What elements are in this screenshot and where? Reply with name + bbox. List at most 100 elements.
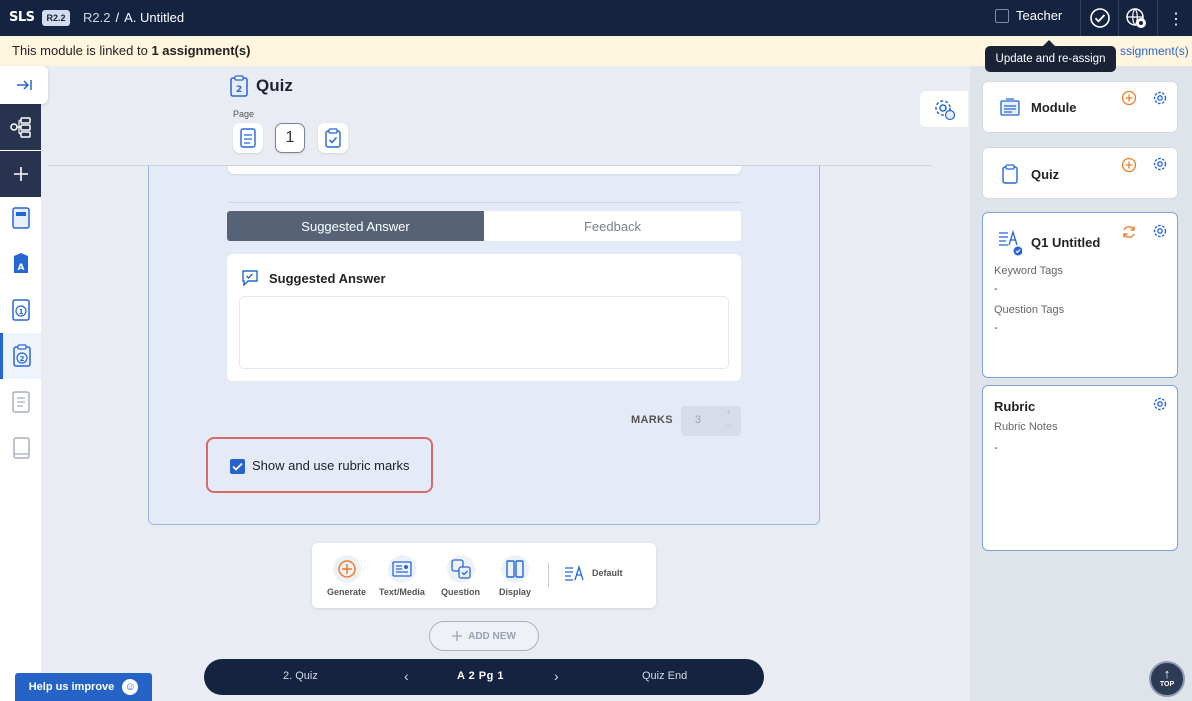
clipboard-check-icon: [325, 128, 341, 148]
rubric-card[interactable]: Rubric Rubric Notes -: [982, 385, 1178, 551]
nav-page-2-quiz[interactable]: 2: [0, 333, 41, 379]
nav-notes[interactable]: [0, 379, 41, 425]
section-a-icon: A: [13, 253, 28, 273]
question-title: Q1 Untitled: [1031, 235, 1101, 250]
default-style-button[interactable]: Default: [564, 565, 623, 581]
gear-icon[interactable]: [1152, 396, 1168, 412]
view-assignments-link[interactable]: ssignment(s): [1120, 44, 1189, 58]
sitemap-button[interactable]: [0, 104, 41, 150]
smiley-icon: ☺: [122, 679, 139, 695]
add-new-button[interactable]: ADD NEW: [429, 621, 539, 651]
page-number-button[interactable]: 1: [275, 123, 305, 153]
question-text-icon: [999, 230, 1022, 256]
module-icon: [1000, 98, 1020, 116]
svg-text:A: A: [17, 263, 24, 273]
notes-icon: [11, 391, 30, 413]
gear-icon[interactable]: [1152, 156, 1168, 172]
question-button[interactable]: Question: [441, 555, 480, 597]
left-rail: A 1 2: [0, 66, 41, 701]
page-label: Page: [233, 109, 255, 119]
default-style-label: Default: [592, 568, 623, 578]
text-style-icon: [565, 565, 584, 581]
quiz-title: Quiz: [1031, 167, 1060, 182]
arrow-up-icon: ↑: [1163, 666, 1171, 681]
chevron-right-icon[interactable]: ›: [554, 668, 559, 684]
page-notes-button[interactable]: [233, 123, 263, 153]
rubric-notes-value: -: [994, 442, 998, 454]
text-media-button[interactable]: Text/Media: [379, 555, 425, 597]
suggested-answer-input[interactable]: [239, 296, 729, 369]
update-reassign-tooltip: Update and re-assign: [985, 40, 1116, 72]
display-label: Display: [499, 587, 532, 597]
display-button[interactable]: Display: [499, 555, 531, 597]
rubric-option-highlight: Show and use rubric marks: [206, 437, 433, 493]
sls-logo[interactable]: SLS: [9, 10, 35, 25]
page-navigation-bar: 2. Quiz ‹ A 2 Pg 1 › Quiz End: [204, 659, 764, 695]
plus-icon: [13, 167, 28, 181]
help-us-improve-button[interactable]: Help us improve ☺: [15, 673, 152, 701]
breadcrumb-title[interactable]: A. Untitled: [124, 10, 184, 25]
previous-page-link[interactable]: 2. Quiz: [283, 670, 318, 682]
question-tags-value: -: [994, 322, 998, 334]
quiz-page-2-icon: 2: [13, 344, 31, 367]
quiz-clipboard-icon: 2: [230, 75, 248, 97]
text-media-label: Text/Media: [379, 587, 425, 597]
page-title: Quiz: [256, 76, 293, 95]
breadcrumb-version[interactable]: R2.2: [83, 10, 110, 25]
chevron-left-icon[interactable]: ‹: [404, 668, 409, 684]
more-menu-icon[interactable]: ⋮: [1168, 9, 1184, 29]
globe-settings-icon[interactable]: [1125, 7, 1147, 29]
nav-module-cover[interactable]: [0, 195, 41, 241]
book-cover-icon: [11, 207, 30, 229]
text-media-icon-wrap: [387, 555, 416, 583]
version-badge: R2.2: [42, 10, 70, 26]
text-media-icon: [392, 561, 412, 577]
rubric-title: Rubric: [994, 399, 1036, 414]
breadcrumb-separator: /: [115, 10, 120, 25]
sitemap-icon: [9, 117, 31, 138]
nav-section-a[interactable]: A: [0, 241, 41, 287]
rubric-marks-checkbox[interactable]: [230, 459, 245, 474]
quiz-header: 2 Quiz: [230, 75, 293, 97]
gear-icon[interactable]: [1152, 90, 1168, 106]
module-card[interactable]: Module: [982, 81, 1178, 133]
add-button[interactable]: [0, 151, 41, 197]
svg-text:2: 2: [20, 355, 25, 363]
stepper-down-icon: –: [726, 421, 731, 430]
next-page-link[interactable]: Quiz End: [642, 670, 687, 682]
marks-label: MARKS: [631, 414, 673, 426]
add-sparkle-icon[interactable]: [1121, 90, 1137, 106]
sparkle-plus-icon: [337, 560, 356, 578]
question-icon-wrap: [446, 555, 475, 583]
tab-feedback[interactable]: Feedback: [484, 211, 741, 241]
back-to-top-button[interactable]: ↑ TOP: [1149, 661, 1185, 697]
question-tags-label: Question Tags: [994, 304, 1065, 316]
page-1-icon: 1: [11, 299, 30, 321]
top-label: TOP: [1159, 681, 1175, 688]
previous-card-bottom: [228, 166, 741, 174]
suggested-answer-card: Suggested Answer: [227, 254, 741, 381]
nav-end[interactable]: [0, 425, 41, 471]
section-divider: [228, 202, 741, 203]
page-settings-button[interactable]: [920, 91, 968, 127]
tab-suggested-answer[interactable]: Suggested Answer: [227, 211, 484, 241]
user-role-menu[interactable]: Teacher: [995, 8, 1062, 23]
quiz-card[interactable]: Quiz: [982, 147, 1178, 199]
sync-icon[interactable]: [1121, 224, 1137, 240]
toolbar-divider: [548, 563, 549, 587]
plus-icon: [452, 631, 463, 641]
generate-button[interactable]: Generate: [327, 555, 366, 597]
arrow-right-to-bar-icon: [17, 80, 32, 90]
gear-icon[interactable]: [1152, 223, 1168, 239]
check-circle-icon[interactable]: [1089, 7, 1111, 29]
nav-page-1[interactable]: 1: [0, 287, 41, 333]
current-position: A 2 Pg 1: [457, 670, 504, 682]
question-card[interactable]: Q1 Untitled Keyword Tags - Question Tags…: [982, 212, 1178, 378]
page-quiz-button[interactable]: [318, 123, 348, 153]
clipboard-icon: [1002, 164, 1018, 184]
checkmark-icon: [232, 462, 243, 471]
add-sparkle-icon[interactable]: [1121, 157, 1137, 173]
expand-sidebar-button[interactable]: [0, 66, 48, 104]
banner-count: 1 assignment(s): [151, 43, 251, 58]
rubric-marks-label[interactable]: Show and use rubric marks: [252, 458, 410, 473]
